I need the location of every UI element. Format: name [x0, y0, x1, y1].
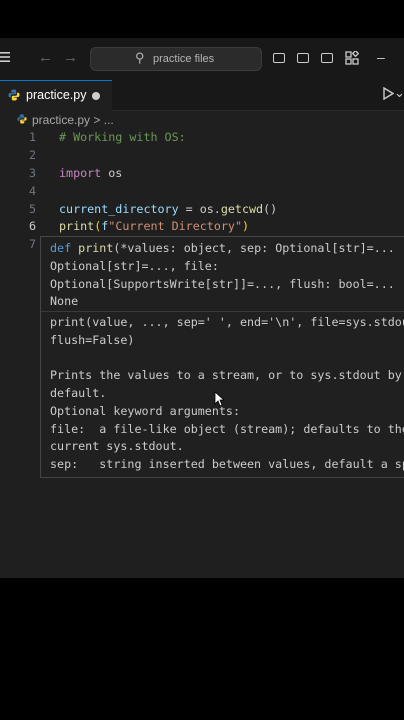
doc-line: Prints the values to a stream, or to sys… — [50, 368, 402, 382]
doc-line: flush=False) — [50, 333, 135, 347]
hover-tooltip[interactable]: def print(*values: object, sep: Optional… — [40, 236, 404, 478]
line-number: 4 — [28, 184, 36, 198]
back-arrow-icon[interactable]: ← — [38, 50, 53, 65]
line-number: 2 — [28, 148, 36, 162]
customize-layout-icon[interactable] — [345, 49, 360, 67]
mouse-pointer-icon — [214, 391, 224, 407]
run-python-icon[interactable] — [382, 86, 395, 103]
toggle-primary-sidebar-icon[interactable] — [273, 53, 285, 63]
title-bar: ← → ⚲ practice files – — [0, 38, 404, 80]
python-file-icon — [8, 89, 20, 101]
search-placeholder: practice files — [153, 53, 215, 65]
doc-line: sep: string inserted between values, def… — [50, 457, 404, 471]
breadcrumb: practice.py > ... — [0, 110, 404, 130]
signature-line: None — [50, 294, 79, 308]
minimize-icon[interactable]: – — [377, 50, 385, 64]
divider — [41, 311, 404, 312]
signature-line: def print(*values: object, sep: Optional… — [50, 241, 395, 255]
doc-line: print(value, ..., sep=' ', end='\n', fil… — [50, 315, 404, 329]
doc-line: default. — [50, 386, 107, 400]
search-icon: ⚲ — [135, 50, 145, 65]
editor-tabs: practice.py ⌄ — [0, 80, 404, 111]
forward-arrow-icon[interactable]: → — [63, 50, 78, 65]
line-number: 3 — [28, 166, 36, 180]
doc-line: current sys.stdout. — [50, 439, 184, 453]
line-number: 7 — [28, 237, 36, 251]
run-options-chevron-icon[interactable]: ⌄ — [394, 85, 404, 101]
command-center-search[interactable]: ⚲ practice files — [90, 47, 262, 71]
doc-line: file: a file-like object (stream); defau… — [50, 422, 404, 436]
breadcrumb-separator: > — [93, 113, 101, 127]
line-number-current: 6 — [28, 219, 36, 233]
signature-line: Optional[SupportsWrite[str]]=..., flush:… — [50, 277, 395, 291]
python-file-icon — [17, 114, 27, 124]
breadcrumb-file[interactable]: practice.py — [32, 113, 90, 127]
toggle-secondary-sidebar-icon[interactable] — [321, 53, 333, 63]
doc-line: Optional keyword arguments: — [50, 404, 240, 418]
code-line-3[interactable]: import os — [59, 166, 122, 180]
tab-label: practice.py — [26, 88, 87, 102]
vscode-window: ← → ⚲ practice files – practice.py ⌄ pra… — [0, 38, 404, 578]
code-line-1[interactable]: # Working with OS: — [59, 130, 186, 144]
tab-practice-py[interactable]: practice.py — [0, 80, 112, 111]
unsaved-dot-icon[interactable] — [92, 92, 100, 100]
code-line-6[interactable]: print(f"Current Directory") — [59, 219, 249, 233]
code-line-5[interactable]: current_directory = os.getcwd() — [59, 202, 277, 216]
signature-line: Optional[str]=..., file: — [50, 259, 219, 273]
line-number: 5 — [28, 202, 36, 216]
toggle-panel-icon[interactable] — [297, 53, 309, 63]
line-number: 1 — [28, 130, 36, 144]
breadcrumb-symbol[interactable]: ... — [104, 113, 114, 127]
menu-icon[interactable] — [0, 51, 10, 65]
